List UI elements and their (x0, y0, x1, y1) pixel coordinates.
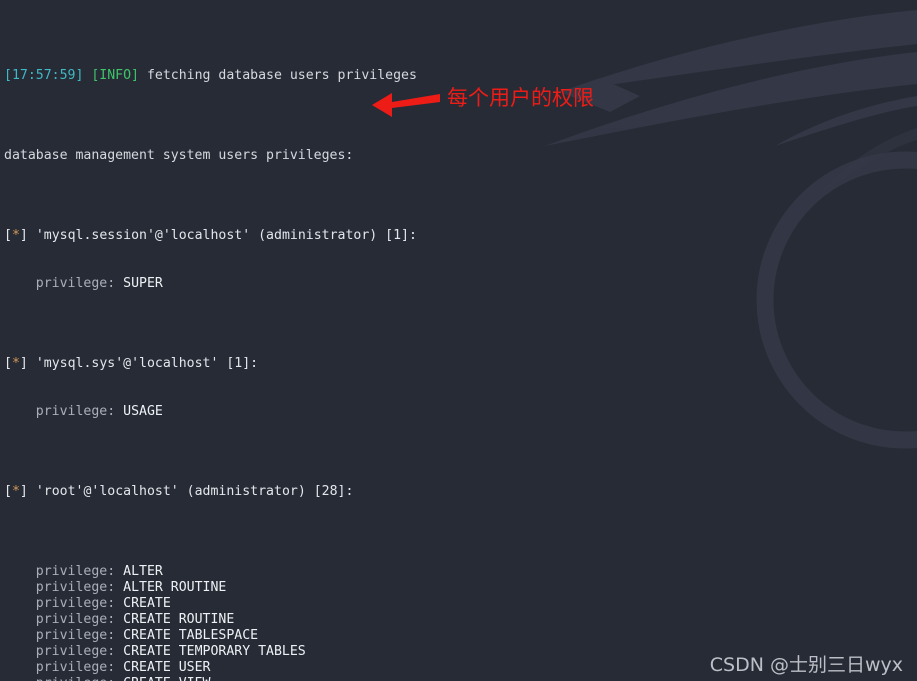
privilege-value: CREATE TEMPORARY TABLES (123, 644, 306, 659)
marker-bracket-open: [ (4, 484, 12, 499)
marker-star-icon: * (11, 228, 20, 243)
user-entry-header: [*] 'mysql.session'@'localhost' (adminis… (4, 228, 854, 244)
marker-bracket-open: [ (4, 228, 12, 243)
log-level-info: [INFO] (91, 68, 139, 83)
privilege-value: CREATE TABLESPACE (123, 628, 259, 643)
privilege-value: CREATE USER (123, 660, 211, 675)
privilege-value: USAGE (123, 404, 163, 419)
privilege-value: SUPER (123, 276, 163, 291)
privilege-row: privilege: ALTER ROUTINE (4, 580, 854, 596)
privilege-value: CREATE VIEW (123, 676, 210, 681)
privilege-label: privilege: (35, 628, 116, 643)
user-title: 'mysql.session'@'localhost' (administrat… (35, 228, 417, 243)
marker-bracket-close: ] (19, 228, 28, 243)
marker-star-icon: * (11, 356, 20, 371)
privilege-row: privilege: CREATE (4, 596, 854, 612)
marker-bracket-close: ] (19, 484, 28, 499)
privilege-row: privilege: ALTER (4, 564, 854, 580)
privilege-label: privilege: (35, 276, 116, 291)
user-title: 'mysql.sys'@'localhost' [1]: (35, 356, 259, 371)
section-heading: database management system users privile… (4, 148, 354, 163)
privilege-label: privilege: (35, 612, 116, 627)
privilege-row: privilege: SUPER (4, 276, 854, 292)
privilege-label: privilege: (35, 660, 116, 675)
terminal-output: [17:57:59] [INFO] fetching database user… (0, 0, 854, 681)
terminal-window: [17:57:59] [INFO] fetching database user… (0, 0, 917, 681)
privilege-label: privilege: (35, 564, 116, 579)
user-title: 'root'@'localhost' (administrator) [28]: (35, 484, 354, 499)
privilege-label: privilege: (36, 676, 115, 681)
user-entry-header: [*] 'mysql.sys'@'localhost' [1]: (4, 356, 854, 372)
log-line-fetching: [17:57:59] [INFO] fetching database user… (4, 68, 854, 84)
marker-star-icon: * (11, 484, 20, 499)
privilege-row: privilege: CREATE TABLESPACE (4, 628, 854, 644)
annotation-label: 每个用户的权限 (447, 86, 594, 110)
privilege-label: privilege: (35, 644, 116, 659)
marker-bracket-open: [ (4, 356, 12, 371)
marker-bracket-close: ] (19, 356, 28, 371)
privilege-value: ALTER (123, 564, 163, 579)
privilege-label: privilege: (35, 580, 116, 595)
user-entry-header: [*] 'root'@'localhost' (administrator) [… (4, 484, 854, 500)
privilege-row: privilege: CREATE VIEW (4, 676, 854, 681)
privilege-value: CREATE (123, 596, 171, 611)
privilege-value: CREATE ROUTINE (123, 612, 235, 627)
timestamp: [17:57:59] (4, 68, 84, 83)
privilege-label: privilege: (35, 404, 116, 419)
privilege-row: privilege: USAGE (4, 404, 854, 420)
privilege-row: privilege: CREATE ROUTINE (4, 612, 854, 628)
privilege-label: privilege: (35, 596, 116, 611)
privilege-value: ALTER ROUTINE (123, 580, 227, 595)
log-message: fetching database users privileges (146, 68, 417, 83)
watermark: CSDN @士别三日wyx (709, 654, 903, 676)
